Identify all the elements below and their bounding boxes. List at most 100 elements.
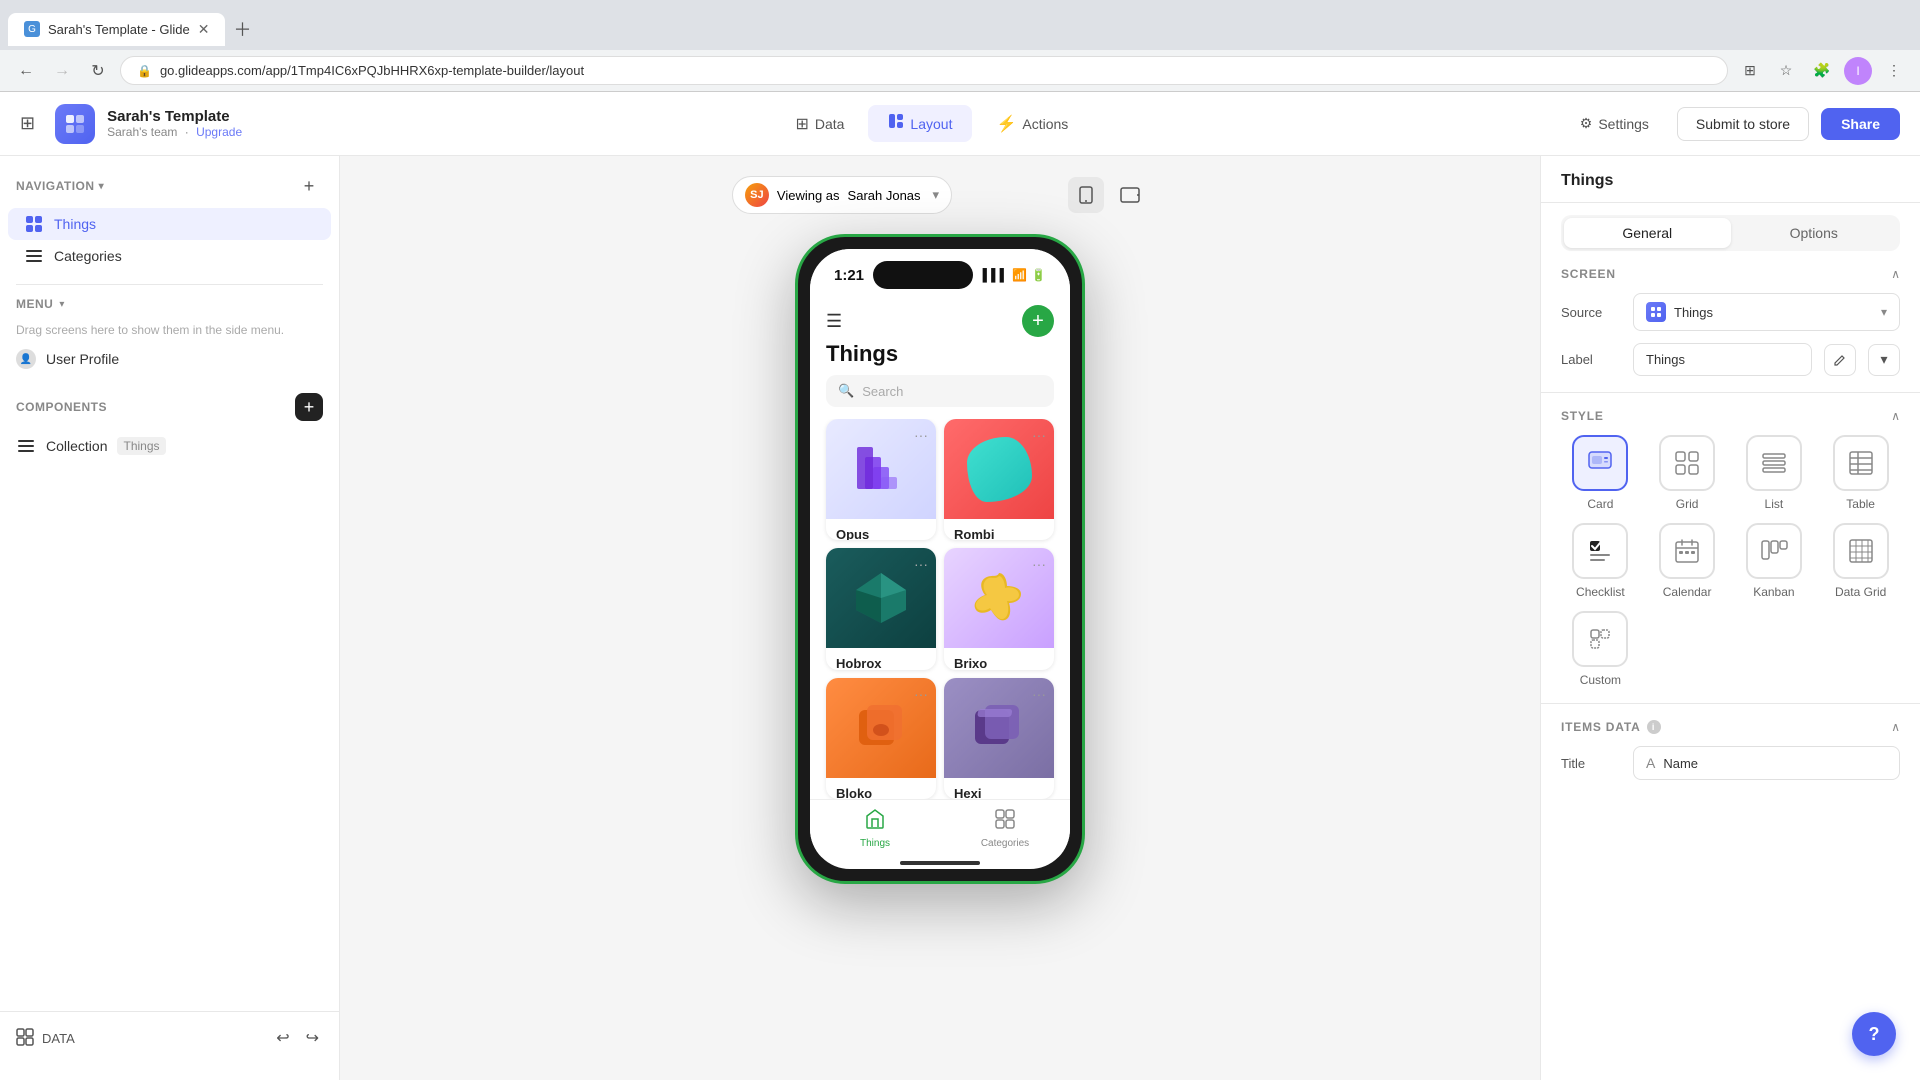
data-btn[interactable]: DATA: [16, 1028, 75, 1049]
source-field-row: Source Things ▾: [1561, 293, 1900, 331]
style-option-kanban[interactable]: Kanban: [1735, 523, 1814, 599]
tablet-device-btn[interactable]: [1112, 177, 1148, 213]
style-section-header[interactable]: STYLE ∧: [1561, 409, 1900, 423]
extension-icon[interactable]: 🧩: [1808, 57, 1836, 85]
navigation-title[interactable]: NAVIGATION ▾: [16, 179, 104, 193]
phone-card-rombi[interactable]: ··· Rombi Clouds: [944, 419, 1054, 540]
style-option-table[interactable]: Table: [1821, 435, 1900, 511]
help-btn[interactable]: ?: [1852, 1012, 1896, 1056]
card-dots-opus[interactable]: ···: [914, 427, 928, 443]
back-btn[interactable]: ←: [12, 57, 40, 85]
card-image-brixo: ···: [944, 548, 1054, 648]
cast-icon[interactable]: ⊞: [1736, 57, 1764, 85]
style-option-data-grid[interactable]: Data Grid: [1821, 523, 1900, 599]
phone-nav-things[interactable]: Things: [810, 800, 940, 857]
collection-label: Collection: [46, 438, 107, 454]
phone-card-brixo[interactable]: ··· Brixo Clouds: [944, 548, 1054, 669]
share-btn[interactable]: Share: [1821, 108, 1900, 140]
screen-section-header[interactable]: SCREEN ∧: [1561, 267, 1900, 281]
reload-btn[interactable]: ↻: [84, 57, 112, 85]
card-dots-brixo[interactable]: ···: [1032, 556, 1046, 572]
style-option-checklist[interactable]: Checklist: [1561, 523, 1640, 599]
upgrade-link[interactable]: Upgrade: [196, 125, 242, 139]
bookmark-icon[interactable]: ☆: [1772, 57, 1800, 85]
sidebar-bottom: DATA ↩ ↪: [0, 1011, 339, 1064]
menu-section-header: MENU ▾: [16, 297, 323, 311]
phone-card-hexi[interactable]: ··· Hexi: [944, 678, 1054, 799]
nav-layout[interactable]: Layout: [868, 105, 972, 142]
card-dots-rombi[interactable]: ···: [1032, 427, 1046, 443]
style-grid-row2: Checklist Calendar Kanban: [1561, 523, 1900, 599]
card-dots-hobrox[interactable]: ···: [914, 556, 928, 572]
profile-icon[interactable]: I: [1844, 57, 1872, 85]
phone-status-bar: 1:21 ▌▌▌ 📶 🔋: [810, 249, 1070, 297]
settings-btn[interactable]: ⚙ Settings: [1564, 107, 1665, 140]
forward-btn[interactable]: →: [48, 57, 76, 85]
shape-blob-icon: [967, 437, 1032, 502]
app-logo-icon: [55, 104, 95, 144]
style-option-calendar[interactable]: Calendar: [1648, 523, 1727, 599]
label-action-btn[interactable]: [1824, 344, 1856, 376]
phone-add-btn[interactable]: +: [1022, 305, 1054, 337]
phone-card-opus[interactable]: ··· Opus Blocks: [826, 419, 936, 540]
card-dots-bloko[interactable]: ···: [914, 686, 928, 702]
app-logo-area: ⊞ Sarah's Template Sarah's team · Upgrad…: [20, 104, 300, 144]
submit-to-store-btn[interactable]: Submit to store: [1677, 107, 1809, 141]
phone-search-bar[interactable]: 🔍 Search: [826, 375, 1054, 407]
menu-icon[interactable]: ⋮: [1880, 57, 1908, 85]
phone-menu-icon[interactable]: ☰: [826, 311, 842, 332]
redo-btn[interactable]: ↪: [302, 1024, 323, 1052]
style-custom-icon: [1572, 611, 1628, 667]
close-tab-btn[interactable]: ✕: [198, 21, 210, 38]
nav-item-categories[interactable]: Categories: [8, 240, 331, 272]
phone-screen-title: Things: [810, 341, 1070, 375]
title-field-input[interactable]: A Name: [1633, 746, 1900, 780]
source-select-content: Things: [1646, 302, 1713, 322]
left-sidebar: NAVIGATION ▾ + Things: [0, 156, 340, 1080]
collection-icon: [16, 438, 36, 454]
mobile-device-btn[interactable]: [1068, 177, 1104, 213]
label-input[interactable]: Things: [1633, 343, 1812, 376]
items-data-section-header[interactable]: ITEMS DATA i ∧: [1561, 720, 1900, 734]
style-option-grid[interactable]: Grid: [1648, 435, 1727, 511]
shape-stairs-icon: [849, 437, 914, 502]
search-placeholder: Search: [862, 384, 903, 399]
items-data-section: ITEMS DATA i ∧ Title A Name: [1541, 704, 1920, 796]
style-option-list[interactable]: List: [1735, 435, 1814, 511]
shape-cube-purple-icon: [967, 695, 1032, 760]
source-select[interactable]: Things ▾: [1633, 293, 1900, 331]
phone-nav-categories[interactable]: Categories: [940, 800, 1070, 857]
card-image-opus: ···: [826, 419, 936, 519]
nav-item-things[interactable]: Things: [8, 208, 331, 240]
label-chevron-btn[interactable]: ▾: [1868, 344, 1900, 376]
new-tab-btn[interactable]: ＋: [225, 8, 259, 50]
phone-card-bloko[interactable]: ··· Bloko: [826, 678, 936, 799]
style-option-custom[interactable]: Custom: [1561, 611, 1640, 687]
add-navigation-btn[interactable]: +: [295, 172, 323, 200]
phone-signal-icons: ▌▌▌ 📶 🔋: [983, 268, 1046, 282]
nav-actions[interactable]: ⚡ Actions: [976, 106, 1088, 142]
undo-btn[interactable]: ↩: [272, 1024, 293, 1052]
browser-tab-active[interactable]: G Sarah's Template - Glide ✕: [8, 13, 225, 46]
viewer-select[interactable]: SJ Viewing as Sarah Jonas ▾: [732, 176, 952, 214]
style-grid-icon: [1659, 435, 1715, 491]
nav-data[interactable]: ⊞ Data: [775, 106, 864, 142]
add-component-btn[interactable]: +: [295, 393, 323, 421]
phone-nav-categories-label: Categories: [981, 838, 1029, 849]
phone-frame: 1:21 ▌▌▌ 📶 🔋 ☰ +: [795, 234, 1085, 884]
card-dots-hexi[interactable]: ···: [1032, 686, 1046, 702]
style-checklist-label: Checklist: [1576, 585, 1625, 599]
tab-general[interactable]: General: [1564, 218, 1731, 248]
user-profile-item[interactable]: 👤 User Profile: [16, 341, 323, 377]
phone-card-hobrox[interactable]: ··· Hobrox Prisms: [826, 548, 936, 669]
phone-dynamic-island: [873, 261, 973, 289]
apps-icon[interactable]: ⊞: [20, 113, 35, 134]
tab-options[interactable]: Options: [1731, 218, 1898, 248]
navigation-chevron: ▾: [99, 181, 105, 192]
address-bar[interactable]: 🔒 go.glideapps.com/app/1Tmp4IC6xPQJbHHRX…: [120, 56, 1728, 85]
collection-item[interactable]: Collection Things: [8, 429, 331, 463]
style-option-card[interactable]: Card: [1561, 435, 1640, 511]
signal-bars-icon: ▌▌▌: [983, 268, 1009, 282]
style-card-icon: [1572, 435, 1628, 491]
categories-nav-icon: [24, 248, 44, 264]
